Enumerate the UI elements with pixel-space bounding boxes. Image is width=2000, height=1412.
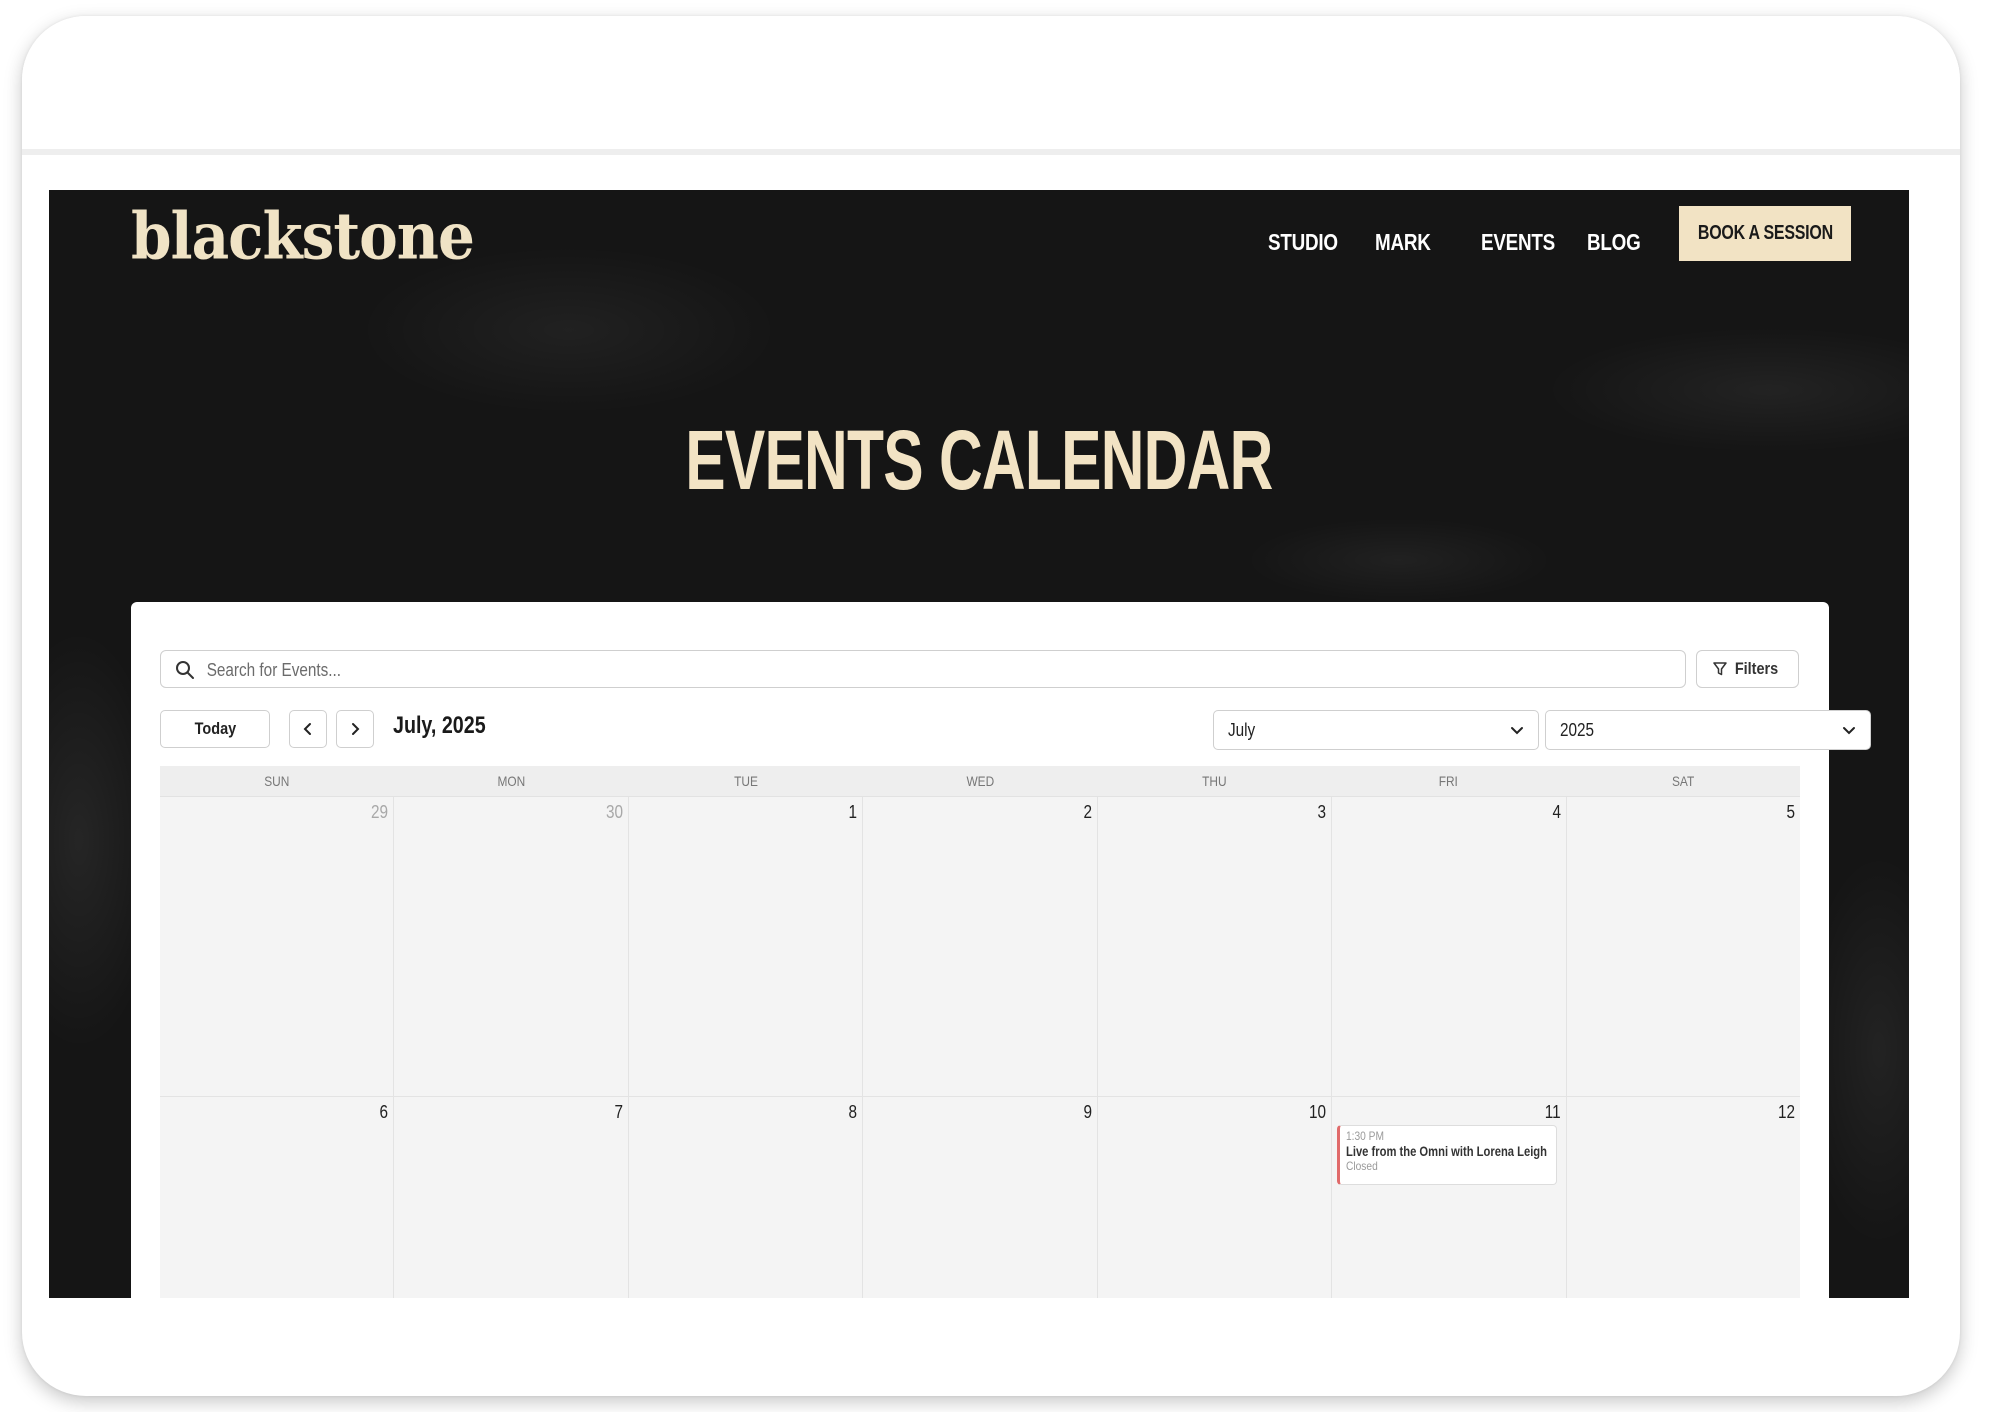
weekday-mon: MON: [497, 773, 526, 789]
nav-blog[interactable]: BLOG: [1587, 229, 1641, 256]
weekday-fri: FRI: [1438, 773, 1459, 789]
chevron-right-icon: [352, 723, 360, 735]
day-number: 10: [1309, 1102, 1327, 1122]
weekday-sun: SUN: [264, 773, 290, 789]
day-cell[interactable]: 5: [1566, 797, 1800, 1097]
day-number: 9: [1083, 1102, 1092, 1122]
day-number: 4: [1552, 802, 1561, 822]
day-cell[interactable]: 6: [160, 1097, 395, 1298]
floating-widget[interactable]: [1714, 1300, 1888, 1330]
month-select-value: July: [1228, 720, 1256, 740]
day-number: 8: [848, 1102, 858, 1122]
browser-top-bar: [22, 16, 1960, 155]
day-cell[interactable]: 3: [1097, 797, 1333, 1097]
weekday-header: SUN MON TUE WED THU FRI SAT: [160, 766, 1800, 797]
day-number: 30: [605, 802, 623, 822]
nav-events[interactable]: EVENTS: [1481, 229, 1555, 256]
filters-button[interactable]: Filters: [1696, 650, 1799, 688]
weekday-tue: TUE: [733, 773, 758, 789]
filter-icon: [1713, 662, 1727, 676]
calendar-card: Filters Today July, 2025 July 2025: [131, 602, 1871, 1298]
day-number: 6: [379, 1102, 389, 1122]
today-button[interactable]: Today: [160, 710, 270, 748]
day-cell[interactable]: 29: [160, 797, 395, 1097]
calendar-week: 29 30 1 2 3 4 5: [160, 797, 1800, 1097]
day-cell[interactable]: 12: [1566, 1097, 1800, 1298]
book-session-label: BOOK A SESSION: [1697, 222, 1833, 244]
event-time: 1:30 PM: [1346, 1129, 1385, 1143]
event-status: Closed: [1346, 1159, 1378, 1173]
next-month-button[interactable]: [336, 710, 374, 748]
day-number: 11: [1544, 1102, 1561, 1122]
day-cell[interactable]: 11 1:30 PM Live from the Omni with Loren…: [1332, 1097, 1567, 1298]
filters-label: Filters: [1734, 659, 1779, 678]
nav-mark[interactable]: MARK: [1375, 229, 1431, 256]
calendar-week: 6 7 8 9 10 11 1:30 PM Live from the Omni…: [160, 1097, 1800, 1298]
day-number: 5: [1786, 802, 1795, 822]
page-title: EVENTS CALENDAR: [49, 412, 1909, 509]
website: blackstone STUDIO MARK EVENTS BLOG BOOK …: [49, 190, 1909, 1298]
day-cell[interactable]: 4: [1332, 797, 1567, 1097]
day-cell[interactable]: 9: [863, 1097, 1098, 1298]
day-cell[interactable]: 1: [628, 797, 864, 1097]
nav-studio[interactable]: STUDIO: [1268, 229, 1338, 256]
page-title-text: EVENTS CALENDAR: [685, 413, 1273, 507]
today-label: Today: [194, 719, 236, 738]
search-icon: [176, 661, 194, 679]
chevron-down-icon: [1843, 727, 1855, 735]
day-number: 29: [371, 802, 389, 822]
weekday-wed: WED: [966, 773, 994, 789]
day-number: 2: [1083, 802, 1092, 822]
month-select[interactable]: July: [1213, 710, 1539, 750]
search-input[interactable]: [205, 651, 1450, 689]
day-cell[interactable]: 8: [628, 1097, 864, 1298]
day-cell[interactable]: 7: [394, 1097, 629, 1298]
day-number: 1: [848, 802, 858, 822]
day-number: 12: [1777, 1102, 1795, 1122]
event-title: Live from the Omni with Lorena Leigh: [1346, 1143, 1548, 1159]
book-session-button[interactable]: BOOK A SESSION: [1679, 206, 1851, 261]
prev-month-button[interactable]: [289, 710, 327, 748]
day-cell[interactable]: 10: [1097, 1097, 1333, 1298]
site-logo[interactable]: blackstone: [131, 198, 475, 274]
weekday-sat: SAT: [1671, 773, 1694, 789]
year-select-value: 2025: [1560, 720, 1595, 740]
calendar-grid: SUN MON TUE WED THU FRI SAT 29 30 1 2 3 …: [160, 766, 1800, 1298]
day-number: 7: [614, 1102, 623, 1122]
search-bar: [160, 650, 1686, 689]
weekday-thu: THU: [1202, 773, 1227, 789]
day-number: 3: [1317, 802, 1327, 822]
chevron-left-icon: [303, 723, 311, 735]
day-cell[interactable]: 2: [863, 797, 1098, 1097]
day-cell[interactable]: 30: [394, 797, 629, 1097]
current-month-label: July, 2025: [393, 712, 486, 739]
year-select[interactable]: 2025: [1545, 710, 1871, 750]
chevron-down-icon: [1511, 727, 1523, 735]
event-card[interactable]: 1:30 PM Live from the Omni with Lorena L…: [1337, 1125, 1558, 1185]
